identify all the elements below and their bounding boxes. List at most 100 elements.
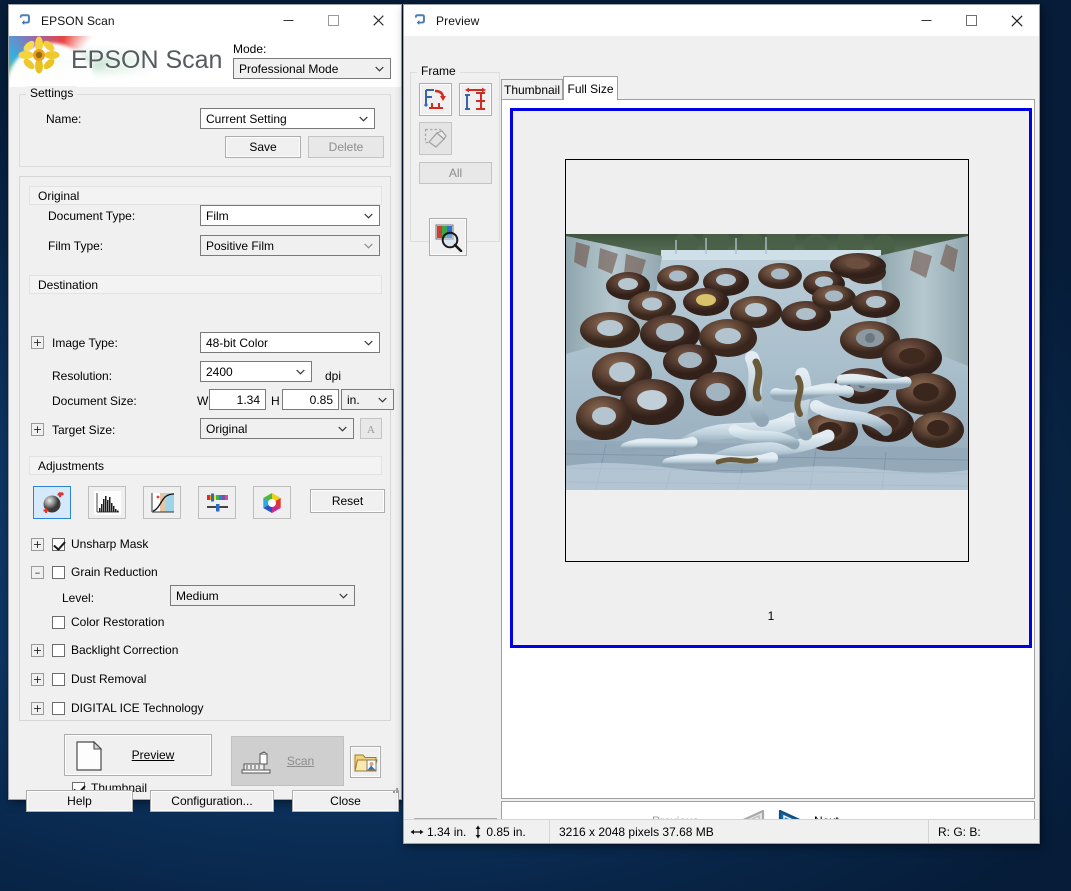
chevron-down-icon <box>360 236 377 255</box>
document-type-select[interactable]: Film <box>200 205 380 226</box>
resize-grip[interactable] <box>388 783 399 797</box>
backlight-correction-expander[interactable]: + <box>31 644 44 657</box>
preview-close-button[interactable] <box>994 5 1039 36</box>
target-size-rotate-button[interactable]: A <box>360 418 382 439</box>
close-button[interactable]: Close <box>292 790 399 812</box>
grain-reduction-checkbox-row[interactable]: Grain Reduction <box>52 565 158 579</box>
epson-titlebar[interactable]: EPSON Scan <box>9 5 401 36</box>
scan-image-frame <box>565 159 969 562</box>
preview-maximize-button[interactable] <box>949 5 994 36</box>
epson-maximize-button[interactable] <box>311 5 356 36</box>
letter-a-icon: A <box>367 424 375 435</box>
image-type-label: Image Type: <box>52 336 118 350</box>
level-select[interactable]: Medium <box>170 585 355 606</box>
zoom-preview-button[interactable] <box>429 218 467 256</box>
document-height-input[interactable]: 0.85 <box>282 389 339 410</box>
digital-ice-checkbox[interactable] <box>52 701 65 715</box>
target-size-label: Target Size: <box>52 423 116 437</box>
delete-frame-button[interactable] <box>419 122 452 155</box>
digital-ice-expander[interactable]: + <box>31 702 44 715</box>
tone-correction-icon-button[interactable] <box>143 486 181 519</box>
chevron-down-icon <box>374 390 391 409</box>
grain-reduction-checkbox[interactable] <box>52 565 65 579</box>
delete-button[interactable]: Delete <box>308 136 384 158</box>
auto-locate-frame-button[interactable] <box>419 83 452 116</box>
target-size-expander[interactable]: + <box>31 423 44 436</box>
target-size-select[interactable]: Original <box>200 418 354 439</box>
image-adjustment-icon-button[interactable] <box>198 486 236 519</box>
mirror-frame-button[interactable] <box>459 83 492 116</box>
chevron-down-icon <box>335 586 352 605</box>
backlight-correction-checkbox[interactable] <box>52 643 65 657</box>
epson-scan-app-icon <box>19 13 34 28</box>
scan-destination-folder-button[interactable] <box>350 746 381 778</box>
scan-page-icon <box>75 740 103 774</box>
unsharp-mask-label: Unsharp Mask <box>71 537 149 551</box>
statusbar-pixels-value: 3216 x 2048 pixels 37.68 MB <box>559 824 714 839</box>
color-palette-icon-button[interactable] <box>253 486 291 519</box>
level-label: Level: <box>62 591 95 605</box>
dust-removal-checkbox-row[interactable]: Dust Removal <box>52 672 146 686</box>
level-value: Medium <box>176 588 219 603</box>
preview-button[interactable]: Preview <box>64 734 212 776</box>
configuration-button[interactable]: Configuration... <box>150 790 274 812</box>
film-type-value: Positive Film <box>206 238 275 253</box>
document-height-value: 0.85 <box>309 392 333 407</box>
preview-canvas[interactable]: 1 <box>501 99 1035 799</box>
color-restoration-checkbox[interactable] <box>52 615 65 629</box>
scan-button[interactable]: Scan <box>231 736 344 786</box>
chevron-down-icon <box>371 59 388 78</box>
help-button[interactable]: Help <box>26 790 133 812</box>
settings-name-select[interactable]: Current Setting <box>200 108 375 129</box>
adjustments-section-header: Adjustments <box>29 456 382 475</box>
preview-titlebar[interactable]: Preview <box>404 5 1039 36</box>
film-type-select[interactable]: Positive Film <box>200 235 380 256</box>
epson-close-button[interactable] <box>356 5 401 36</box>
resolution-select[interactable]: 2400 <box>200 361 312 382</box>
unsharp-mask-expander[interactable]: + <box>31 538 44 551</box>
settings-name-label: Name: <box>46 112 82 126</box>
help-button-label: Help <box>67 794 92 808</box>
select-all-frames-button[interactable]: All <box>419 162 492 184</box>
statusbar-rgb-cell: R: G: B: <box>929 820 1039 843</box>
height-arrow-icon <box>473 825 483 839</box>
sunflower-icon <box>17 36 61 82</box>
unsharp-mask-checkbox-row[interactable]: Unsharp Mask <box>52 537 148 551</box>
tab-full-size[interactable]: Full Size <box>563 76 618 100</box>
preview-button-label: Preview <box>131 748 175 762</box>
unsharp-mask-checkbox[interactable] <box>52 537 65 551</box>
digital-ice-checkbox-row[interactable]: DIGITAL ICE Technology <box>52 701 204 715</box>
tab-thumbnail-label: Thumbnail <box>503 83 561 97</box>
original-section-header: Original <box>29 186 382 205</box>
image-type-select[interactable]: 48-bit Color <box>200 332 380 353</box>
document-units-value: in. <box>347 392 360 407</box>
color-restoration-checkbox-row[interactable]: Color Restoration <box>52 615 164 629</box>
auto-exposure-icon-button[interactable] <box>33 486 71 519</box>
selection-frame[interactable]: 1 <box>510 108 1032 648</box>
image-type-expander[interactable]: + <box>31 336 44 349</box>
dust-removal-expander[interactable]: + <box>31 673 44 686</box>
save-button[interactable]: Save <box>225 136 301 158</box>
digital-ice-expander-glyph: + <box>32 702 43 715</box>
document-width-value: 1.34 <box>236 392 260 407</box>
chevron-down-icon <box>360 206 377 225</box>
epson-minimize-button[interactable] <box>266 5 311 36</box>
epson-scan-window: EPSON Scan EPSON Scan Mode: Professional… <box>8 4 402 812</box>
document-type-value: Film <box>206 208 229 223</box>
dust-removal-checkbox[interactable] <box>52 672 65 686</box>
backlight-correction-checkbox-row[interactable]: Backlight Correction <box>52 643 178 657</box>
preview-minimize-button[interactable] <box>904 5 949 36</box>
document-units-select[interactable]: in. <box>341 389 394 410</box>
settings-group-title: Settings <box>26 86 78 100</box>
destination-section-label: Destination <box>38 277 99 292</box>
grain-reduction-expander[interactable]: – <box>31 566 44 579</box>
reset-button[interactable]: Reset <box>310 489 385 513</box>
histogram-icon-button[interactable] <box>88 486 126 519</box>
width-prefix-label: W <box>197 394 209 408</box>
resolution-value: 2400 <box>206 364 233 379</box>
statusbar-pixels-cell: 3216 x 2048 pixels 37.68 MB <box>550 820 928 843</box>
document-width-input[interactable]: 1.34 <box>209 389 266 410</box>
mode-select[interactable]: Professional Mode <box>233 58 391 79</box>
tab-thumbnail[interactable]: Thumbnail <box>501 79 563 100</box>
tone-correction-icon <box>151 492 174 512</box>
